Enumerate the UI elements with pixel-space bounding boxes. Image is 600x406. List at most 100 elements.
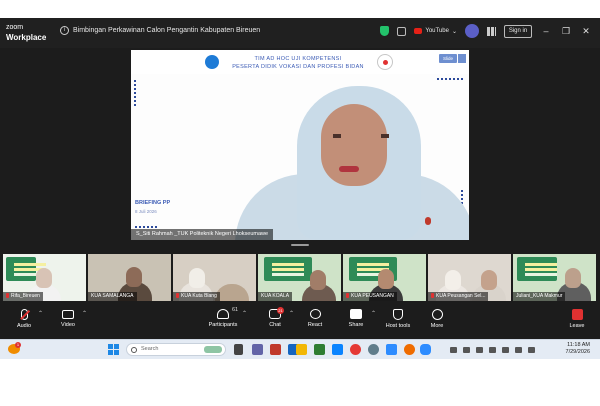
wifi-icon[interactable] <box>502 347 509 353</box>
speaker-figure <box>235 64 469 240</box>
background-title-line-1: TIM AD HOC UJI KOMPETENSI <box>254 56 342 62</box>
participant-tile[interactable]: Juliani_KUA Makmur <box>513 254 596 301</box>
taskbar-clock[interactable]: 11:18 AM 7/29/2026 <box>542 342 590 356</box>
react-icon <box>309 309 321 319</box>
chevron-down-icon: ⌄ <box>451 28 457 35</box>
gallery-strip: Rifa_Bireuen KUA SAMALANGA KUA Kuta Blan… <box>3 254 597 301</box>
more-button[interactable]: More <box>417 309 457 329</box>
edge-icon[interactable] <box>332 344 343 355</box>
participant-head <box>378 269 394 289</box>
video-options-chevron-icon[interactable]: ⌃ <box>82 310 87 317</box>
participant-name-text: KUA Kuta Blang <box>181 293 217 299</box>
participant-head <box>189 268 205 288</box>
speaker-face <box>321 104 389 186</box>
ai-companion-icon[interactable] <box>465 24 479 38</box>
search-highlight-icon <box>204 346 222 353</box>
app-tray-icon[interactable] <box>476 347 483 353</box>
restore-icon[interactable]: ❐ <box>560 26 572 37</box>
chevron-up-icon[interactable] <box>450 347 457 353</box>
participants-count: 61 <box>232 307 239 313</box>
view-icon[interactable] <box>397 26 407 36</box>
kemdikbud-logo <box>205 55 219 69</box>
participant-head <box>565 268 581 288</box>
participants-label: Participants <box>208 322 238 328</box>
sign-in-button[interactable]: Sign in <box>504 24 532 38</box>
participant-tile[interactable]: KUA Peusangan Sel... <box>428 254 511 301</box>
taskbar-search-box[interactable]: Search <box>126 343 226 356</box>
participant-tile[interactable]: KUA SAMALANGA <box>88 254 171 301</box>
active-speaker-video[interactable]: TIM AD HOC UJI KOMPETENSI PESERTA DIDIK … <box>131 50 469 240</box>
task-view-icon[interactable] <box>234 344 243 355</box>
meeting-toolbar: Audio ⌃ Video ⌃ Participants 61 ⌃ Chat 2… <box>0 307 600 339</box>
react-button[interactable]: React <box>295 309 335 328</box>
participant-name-text: KUA KOALA <box>261 293 290 299</box>
participant-name: Juliani_KUA Makmur <box>513 292 566 301</box>
brand-line-1: zoom <box>6 24 24 31</box>
title-bar: zoom Workplace i Bimbingan Perkawinan Ca… <box>0 18 600 48</box>
background-banner <box>517 257 557 281</box>
start-button-windows-icon[interactable] <box>108 344 119 355</box>
briefing-label: BRIEFING PP <box>135 200 171 206</box>
participant-head <box>481 270 497 290</box>
file-explorer-icon[interactable] <box>296 344 307 355</box>
muted-mic-icon <box>346 293 349 298</box>
participants-options-chevron-icon[interactable]: ⌃ <box>242 310 247 317</box>
chrome-icon[interactable] <box>350 344 361 355</box>
apps-grid-icon[interactable] <box>487 26 496 36</box>
brand-line-2: Workplace <box>6 33 47 42</box>
share-options-chevron-icon[interactable]: ⌃ <box>371 310 376 317</box>
leave-icon <box>571 309 583 320</box>
app-icon[interactable] <box>404 344 415 355</box>
zoom-icon[interactable] <box>386 344 397 355</box>
youtube-icon <box>414 28 423 34</box>
audio-options-chevron-icon[interactable]: ⌃ <box>38 310 43 317</box>
participant-tile[interactable]: Rifa_Bireuen <box>3 254 86 301</box>
host-tools-button[interactable]: Host tools <box>378 309 418 329</box>
info-icon[interactable]: i <box>60 26 69 35</box>
zoom-active-icon[interactable] <box>420 344 431 355</box>
participant-tile[interactable]: KUA KOALA <box>258 254 341 301</box>
youtube-stream-button[interactable]: YouTube ⌄ <box>414 28 457 35</box>
system-tray <box>450 346 540 354</box>
decorative-dots <box>135 226 159 228</box>
muted-mic-icon <box>431 293 434 298</box>
close-icon[interactable]: ✕ <box>580 26 592 37</box>
clock-time: 11:18 AM <box>567 342 590 348</box>
cloud-icon[interactable] <box>463 347 470 353</box>
app-icon[interactable] <box>270 344 281 355</box>
settings-gear-icon[interactable] <box>368 344 379 355</box>
title-bar-controls: YouTube ⌄ Sign in – ❐ ✕ <box>380 24 592 38</box>
desktop-screen: zoom Workplace i Bimbingan Perkawinan Ca… <box>0 0 600 406</box>
zoom-window: zoom Workplace i Bimbingan Perkawinan Ca… <box>0 18 600 339</box>
app-icon[interactable] <box>314 344 325 355</box>
participant-name-text: KUA SAMALANGA <box>91 293 134 299</box>
search-placeholder: Search <box>141 346 159 352</box>
speaker-brooch <box>425 217 431 225</box>
background-slide-label: Slide <box>439 54 457 63</box>
host-tools-icon <box>393 309 403 320</box>
minimize-icon[interactable]: – <box>540 26 552 36</box>
chat-label: Chat <box>269 322 281 328</box>
participant-head <box>310 270 326 290</box>
participant-tile[interactable]: KUA PEUSANGAN <box>343 254 426 301</box>
share-label: Share <box>348 322 364 328</box>
background-banner <box>264 257 312 281</box>
weather-badge: 1 <box>15 342 21 348</box>
teams-icon[interactable] <box>252 344 263 355</box>
share-button[interactable]: Share <box>336 309 376 328</box>
battery-icon[interactable] <box>515 347 522 353</box>
chat-unread-badge: 21 <box>277 307 284 314</box>
meeting-title: i Bimbingan Perkawinan Calon Pengantin K… <box>60 26 260 35</box>
leave-button[interactable]: Leave <box>557 309 597 329</box>
video-label: Video <box>61 322 75 328</box>
leave-label: Leave <box>569 323 585 329</box>
chat-options-chevron-icon[interactable]: ⌃ <box>289 310 294 317</box>
app-tray-icon[interactable] <box>489 347 496 353</box>
participant-name: Rifa_Bireuen <box>3 292 43 301</box>
speaker-icon[interactable] <box>528 347 535 353</box>
participant-tile[interactable]: KUA Kuta Blang <box>173 254 256 301</box>
muted-mic-icon <box>6 293 9 298</box>
background-banner <box>6 257 46 281</box>
gallery-pager-handle[interactable] <box>291 244 309 246</box>
security-shield-icon[interactable] <box>380 26 390 36</box>
